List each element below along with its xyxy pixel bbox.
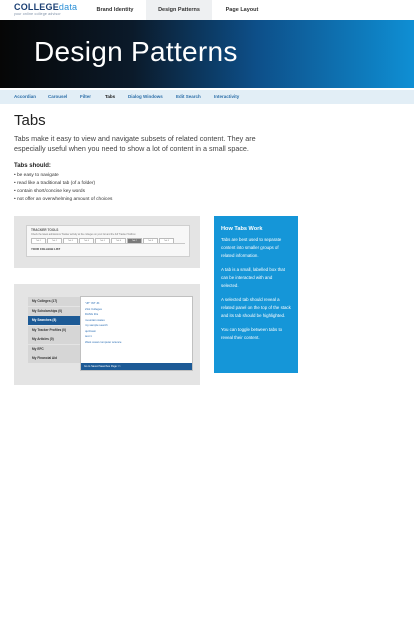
vertical-tab[interactable]: My Articles (0) xyxy=(28,335,80,344)
list-item: be easy to navigate xyxy=(14,172,112,180)
saved-searches-page-link[interactable]: Go to Saved Searches Page >> xyxy=(81,363,192,370)
hero-banner: Design Patterns xyxy=(0,20,414,88)
callout-paragraph: A selected tab should reveal a related p… xyxy=(221,297,291,318)
nav-brand-identity[interactable]: Brand Identity xyxy=(92,0,138,20)
tracker-tools-title: TRACKER TOOLS xyxy=(31,228,59,232)
nav-page-layout[interactable]: Page Layout xyxy=(220,0,264,20)
vertical-tab-list: My Colleges (17) My Scholarships (0) My … xyxy=(28,297,80,364)
example-horizontal-tabs: TRACKER TOOLS Check the latest admission… xyxy=(14,216,200,268)
logo-wordmark: COLLEGEdata xyxy=(14,3,77,12)
tracker-tools-module: TRACKER TOOLS Check the latest admission… xyxy=(26,225,190,257)
logo-accent-text: data xyxy=(58,2,78,12)
vertical-tab[interactable]: My Tracker Profiles (0) xyxy=(28,325,80,335)
vertical-tab[interactable]: My Financial Aid xyxy=(28,354,80,363)
saved-search-links: "JP" INT JK 21st Colleges DANG this moun… xyxy=(85,301,121,345)
saved-search-link[interactable]: West coast computer science xyxy=(85,340,121,346)
how-tabs-work-callout: How Tabs Work Tabs are best used to sepa… xyxy=(214,216,298,373)
vertical-tab-panel: "JP" INT JK 21st Colleges DANG this moun… xyxy=(80,296,193,371)
vertical-tab[interactable]: My Scholarships (0) xyxy=(28,306,80,316)
subnav: Accordian Carousel Filter Tabs Dialog Wi… xyxy=(0,90,414,104)
college-list-label: YOUR COLLEGE LIST xyxy=(31,247,61,251)
intro-text: Tabs make it easy to view and navigate s… xyxy=(14,134,256,153)
vertical-tab-selected[interactable]: My Searches (8) xyxy=(28,316,80,325)
subnav-edit-search[interactable]: Edit Search xyxy=(176,94,201,99)
collegedata-logo[interactable]: COLLEGEdata your online college advisor xyxy=(14,3,77,17)
subnav-accordian[interactable]: Accordian xyxy=(14,94,36,99)
vertical-tab[interactable]: My EFC xyxy=(28,344,80,354)
hero-title: Design Patterns xyxy=(34,36,238,67)
logo-tagline: your online college advisor xyxy=(14,12,61,16)
callout-title: How Tabs Work xyxy=(221,226,263,232)
page-title: Tabs xyxy=(14,112,46,129)
subnav-dialog-windows[interactable]: Dialog Windows xyxy=(128,94,163,99)
logo-main-text: COLLEGE xyxy=(14,2,59,12)
vertical-tab[interactable]: My Colleges (17) xyxy=(28,297,80,306)
example-vertical-tabs: My Colleges (17) My Scholarships (0) My … xyxy=(14,284,200,385)
list-item: read like a traditional tab (of a folder… xyxy=(14,180,112,188)
should-list: be easy to navigate read like a traditio… xyxy=(14,172,112,204)
subnav-interactivity[interactable]: Interactivity xyxy=(214,94,239,99)
nav-design-patterns[interactable]: Design Patterns xyxy=(146,0,212,20)
list-item: not offer an overwhelming amount of choi… xyxy=(14,196,112,204)
callout-paragraph: Tabs are best used to separate content i… xyxy=(221,237,282,258)
tab-divider xyxy=(31,243,185,244)
list-item: contain short/concise key words xyxy=(14,188,112,196)
top-bar: COLLEGEdata your online college advisor … xyxy=(0,0,414,20)
callout-paragraph: You can toggle between tabs to reveal th… xyxy=(221,327,283,340)
subnav-tabs[interactable]: Tabs xyxy=(105,94,115,99)
should-title: Tabs should: xyxy=(14,163,51,169)
subnav-filter[interactable]: Filter xyxy=(80,94,91,99)
subnav-carousel[interactable]: Carousel xyxy=(48,94,67,99)
tracker-tools-desc: Check the latest admissions Tracker acti… xyxy=(31,233,136,236)
callout-paragraph: A tab is a small, labelled box that can … xyxy=(221,267,285,288)
